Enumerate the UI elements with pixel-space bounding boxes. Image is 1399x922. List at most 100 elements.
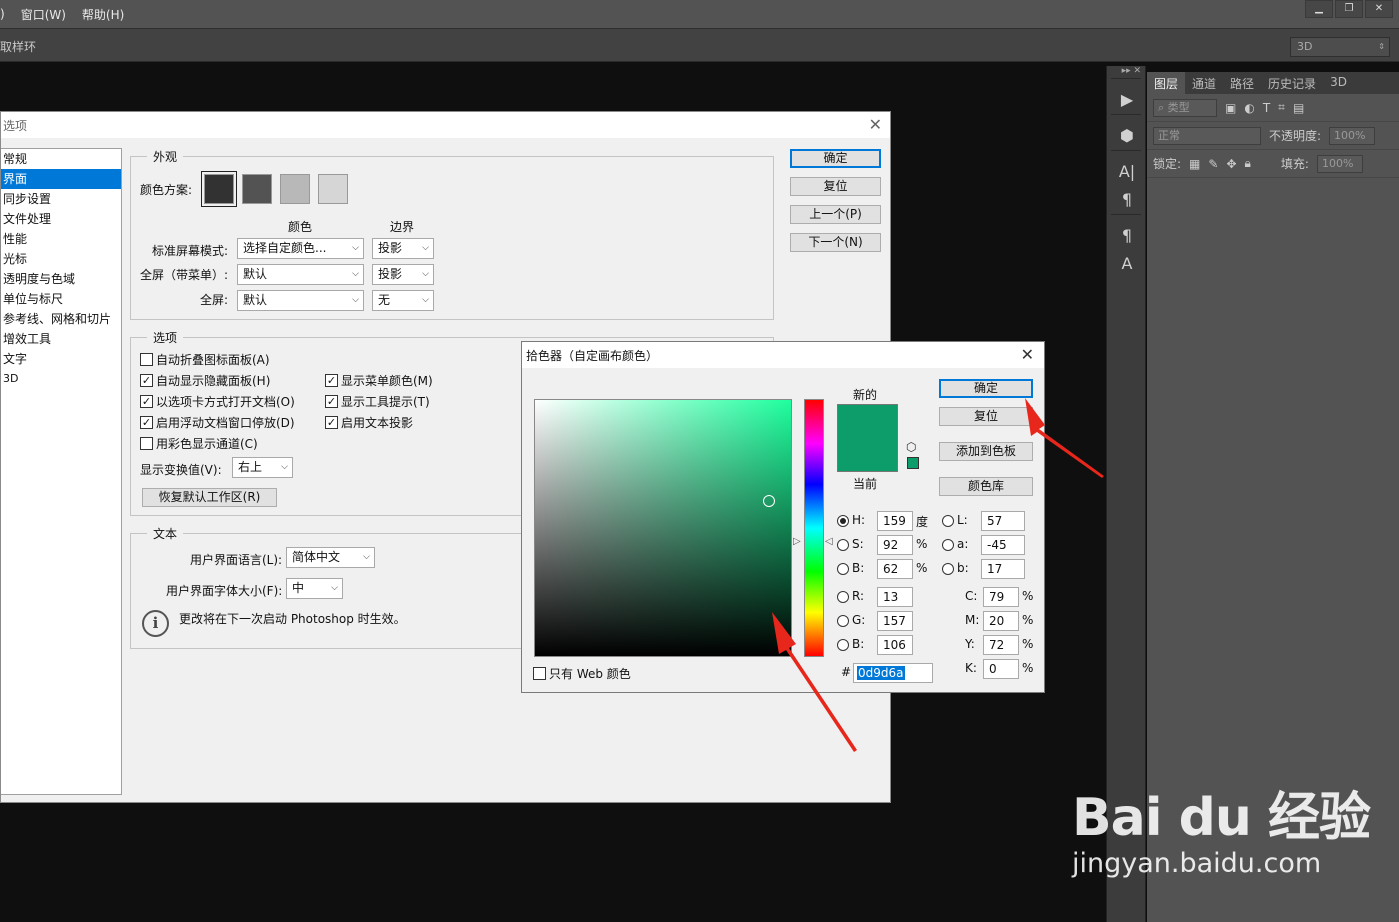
close-icon[interactable]: ✕ bbox=[1021, 345, 1034, 364]
kind-filter[interactable]: ⌕ 类型 bbox=[1153, 98, 1217, 117]
scheme-swatch-1[interactable] bbox=[201, 171, 237, 207]
paragraph-icon[interactable]: ¶ bbox=[1107, 186, 1147, 214]
scheme-swatch-2[interactable] bbox=[242, 174, 272, 204]
picker-reset-button[interactable]: 复位 bbox=[939, 407, 1033, 426]
menu-item-partial[interactable]: ) bbox=[0, 7, 13, 21]
fill-field[interactable]: 100% bbox=[1316, 154, 1363, 173]
type-filter-icon[interactable]: T bbox=[1263, 101, 1270, 115]
green-input[interactable]: 157 bbox=[877, 611, 913, 631]
fullscreen-border-select[interactable]: 无 ⌵ bbox=[372, 290, 434, 311]
show-tooltips-checkbox[interactable]: ✓ 显示工具提示(T) bbox=[325, 393, 430, 410]
web-colors-only-checkbox[interactable]: 只有 Web 颜色 bbox=[533, 665, 631, 682]
add-to-swatches-button[interactable]: 添加到色板 bbox=[939, 442, 1033, 461]
smart-object-filter-icon[interactable]: ▤ bbox=[1293, 101, 1304, 115]
b-channel-radio[interactable] bbox=[942, 563, 954, 575]
blue-input[interactable]: 106 bbox=[877, 635, 913, 655]
color-field-marker[interactable] bbox=[763, 495, 775, 507]
fullscreen-menu-border-select[interactable]: 投影 ⌵ bbox=[372, 264, 434, 285]
picker-ok-button[interactable]: 确定 bbox=[939, 379, 1033, 398]
nav-cursors[interactable]: 光标 bbox=[1, 249, 121, 269]
fullscreen-menu-color-select[interactable]: 默认 ⌵ bbox=[237, 264, 364, 285]
play-icon[interactable]: ▶ bbox=[1107, 86, 1147, 114]
nav-file-handling[interactable]: 文件处理 bbox=[1, 209, 121, 229]
standard-screen-color-select[interactable]: 选择自定颜色... ⌵ bbox=[237, 238, 364, 259]
green-radio[interactable] bbox=[837, 615, 849, 627]
nav-3d[interactable]: 3D bbox=[1, 369, 121, 389]
minimize-icon[interactable]: ▁ bbox=[1305, 0, 1333, 18]
menu-item-window[interactable]: 窗口(W) bbox=[13, 6, 74, 23]
lightness-radio[interactable] bbox=[942, 515, 954, 527]
open-as-tabs-checkbox[interactable]: ✓ 以选项卡方式打开文档(O) bbox=[140, 393, 295, 410]
hue-input[interactable]: 159 bbox=[877, 511, 913, 531]
lock-pixels-icon[interactable]: ▦ bbox=[1189, 157, 1200, 171]
nav-type[interactable]: 文字 bbox=[1, 349, 121, 369]
cyan-input[interactable]: 79 bbox=[983, 587, 1019, 607]
lock-brush-icon[interactable]: ✎ bbox=[1208, 157, 1218, 171]
adjustment-filter-icon[interactable]: ◐ bbox=[1244, 101, 1254, 115]
reset-button[interactable]: 复位 bbox=[790, 177, 881, 196]
fullscreen-color-select[interactable]: 默认 ⌵ bbox=[237, 290, 364, 311]
restore-workspaces-button[interactable]: 恢复默认工作区(R) bbox=[142, 488, 277, 507]
next-button[interactable]: 下一个(N) bbox=[790, 233, 881, 252]
ui-language-select[interactable]: 简体中文 ⌵ bbox=[286, 547, 375, 568]
standard-screen-border-select[interactable]: 投影 ⌵ bbox=[372, 238, 434, 259]
nav-sync[interactable]: 同步设置 bbox=[1, 189, 121, 209]
nav-units[interactable]: 单位与标尺 bbox=[1, 289, 121, 309]
brightness-radio[interactable] bbox=[837, 563, 849, 575]
menu-item-help[interactable]: 帮助(H) bbox=[74, 6, 132, 23]
close-icon[interactable]: ✕ bbox=[869, 115, 882, 134]
tab-layers[interactable]: 图层 bbox=[1147, 72, 1186, 94]
tab-3d[interactable]: 3D bbox=[1323, 72, 1354, 94]
paragraph-style-icon[interactable]: ¶ bbox=[1107, 222, 1147, 250]
hue-slider-right-arrow[interactable]: ◁ bbox=[825, 536, 833, 547]
saturation-input[interactable]: 92 bbox=[877, 535, 913, 555]
color-channels-checkbox[interactable]: 用彩色显示通道(C) bbox=[140, 435, 258, 452]
close-icon[interactable]: ✕ bbox=[1365, 0, 1393, 18]
a-channel-radio[interactable] bbox=[942, 539, 954, 551]
text-drop-shadow-checkbox[interactable]: ✓ 启用文本投影 bbox=[325, 414, 413, 431]
out-of-gamut-cube-icon[interactable]: ⬡ bbox=[906, 440, 916, 454]
3d-cube-icon[interactable]: ⬢ bbox=[1107, 122, 1147, 150]
color-libraries-button[interactable]: 颜色库 bbox=[939, 477, 1033, 496]
collapse-icon[interactable]: ▸▸ ✕ bbox=[1107, 66, 1145, 78]
web-safe-swatch-icon[interactable] bbox=[907, 457, 919, 469]
yellow-input[interactable]: 72 bbox=[983, 635, 1019, 655]
lightness-input[interactable]: 57 bbox=[981, 511, 1025, 531]
hue-slider[interactable] bbox=[804, 399, 824, 657]
blend-mode-select[interactable]: 正常 bbox=[1153, 126, 1261, 145]
brightness-input[interactable]: 62 bbox=[877, 559, 913, 579]
nav-general[interactable]: 常规 bbox=[1, 149, 121, 169]
hex-input[interactable]: 0d9d6a bbox=[853, 663, 933, 683]
black-input[interactable]: 0 bbox=[983, 659, 1019, 679]
tab-channels[interactable]: 通道 bbox=[1185, 72, 1223, 94]
scheme-swatch-4[interactable] bbox=[318, 174, 348, 204]
lock-move-icon[interactable]: ✥ bbox=[1226, 157, 1236, 171]
red-radio[interactable] bbox=[837, 591, 849, 603]
hue-radio[interactable] bbox=[837, 515, 849, 527]
color-field[interactable] bbox=[534, 399, 792, 657]
red-input[interactable]: 13 bbox=[877, 587, 913, 607]
prev-button[interactable]: 上一个(P) bbox=[790, 205, 881, 224]
ok-button[interactable]: 确定 bbox=[790, 149, 881, 168]
auto-collapse-checkbox[interactable]: 自动折叠图标面板(A) bbox=[140, 351, 270, 368]
transform-values-select[interactable]: 右上 ⌵ bbox=[232, 457, 293, 478]
ui-font-size-select[interactable]: 中 ⌵ bbox=[286, 578, 343, 599]
tab-paths[interactable]: 路径 bbox=[1223, 72, 1261, 94]
restore-icon[interactable]: ❐ bbox=[1335, 0, 1363, 18]
character-style-icon[interactable]: A bbox=[1107, 250, 1147, 278]
image-filter-icon[interactable]: ▣ bbox=[1225, 101, 1236, 115]
nav-guides[interactable]: 参考线、网格和切片 bbox=[1, 309, 121, 329]
nav-interface[interactable]: 界面 bbox=[1, 169, 121, 189]
magenta-input[interactable]: 20 bbox=[983, 611, 1019, 631]
workspace-select[interactable]: 3D ⇕ bbox=[1290, 37, 1390, 57]
hue-slider-left-arrow[interactable]: ▷ bbox=[793, 536, 801, 547]
opacity-field[interactable]: 100% bbox=[1329, 126, 1376, 145]
character-icon[interactable]: A| bbox=[1107, 158, 1147, 186]
nav-transparency[interactable]: 透明度与色域 bbox=[1, 269, 121, 289]
saturation-radio[interactable] bbox=[837, 539, 849, 551]
a-channel-input[interactable]: -45 bbox=[981, 535, 1025, 555]
shape-filter-icon[interactable]: ⌗ bbox=[1278, 100, 1285, 115]
scheme-swatch-3[interactable] bbox=[280, 174, 310, 204]
lock-all-icon[interactable]: 🔒︎ bbox=[1245, 156, 1251, 171]
show-menu-colors-checkbox[interactable]: ✓ 显示菜单颜色(M) bbox=[325, 372, 433, 389]
